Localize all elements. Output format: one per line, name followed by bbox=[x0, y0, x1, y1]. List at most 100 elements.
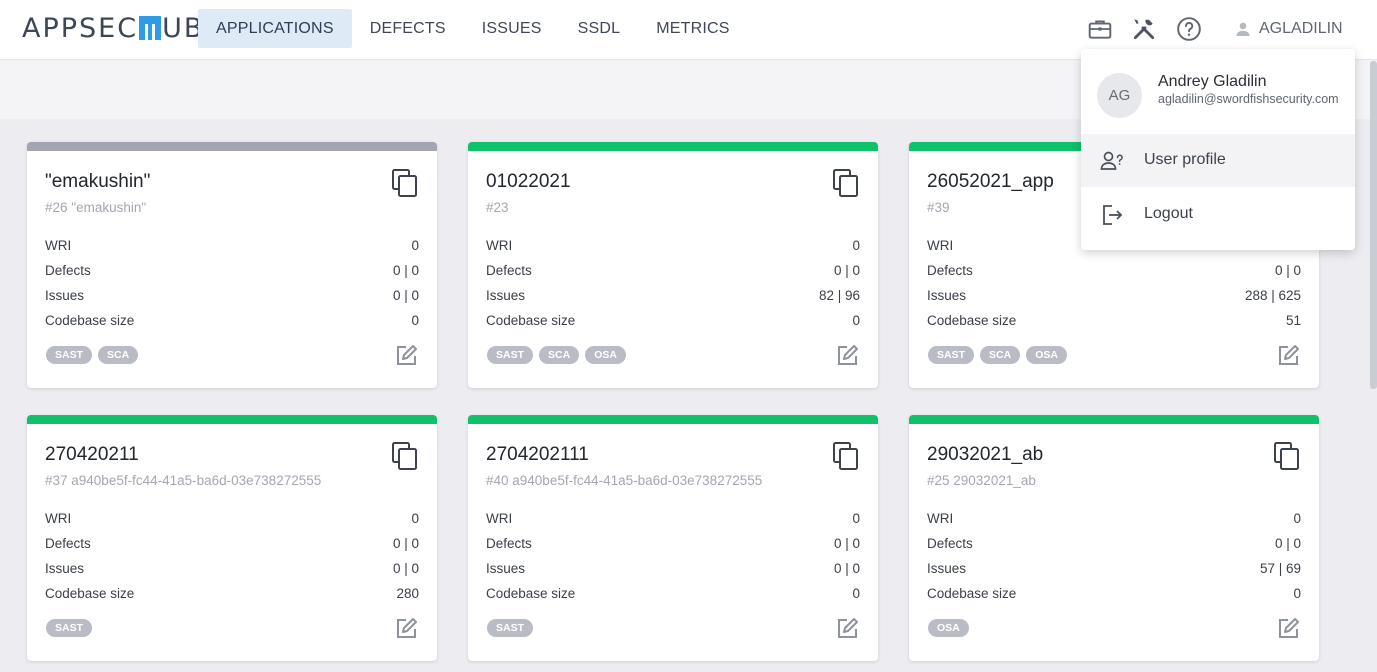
metric-row-wri: WRI 0 bbox=[45, 238, 419, 258]
copy-icon[interactable] bbox=[391, 168, 419, 198]
scan-tag: SAST bbox=[46, 346, 93, 364]
nav-issues[interactable]: ISSUES bbox=[464, 9, 560, 48]
metric-value: 0 bbox=[852, 586, 860, 601]
user-menu-toggle[interactable]: AGLADILIN bbox=[1235, 17, 1343, 41]
application-card[interactable]: 2704202111 #40 a940be5f-fc44-41a5-ba6d-03… bbox=[468, 415, 878, 661]
metric-value: 0 bbox=[411, 313, 419, 328]
application-card[interactable]: 270420211 #37 a940be5f-fc44-41a5-ba6d-03e… bbox=[27, 415, 437, 661]
edit-icon[interactable] bbox=[394, 617, 418, 641]
menu-item-user-profile[interactable]: User profile bbox=[1081, 134, 1355, 187]
metric-label: Issues bbox=[45, 561, 85, 576]
metric-row-issues: Issues 57 | 69 bbox=[927, 561, 1301, 581]
appsechub-logo[interactable]: APPSEC UB bbox=[22, 11, 204, 47]
copy-icon[interactable] bbox=[391, 441, 419, 471]
scan-tag: OSA bbox=[928, 619, 969, 637]
metric-label: Issues bbox=[927, 288, 967, 303]
copy-icon[interactable] bbox=[1273, 441, 1301, 471]
metric-row-defects: Defects 0 | 0 bbox=[486, 536, 860, 556]
metric-value: 0 bbox=[852, 238, 860, 253]
metric-label: Codebase size bbox=[486, 586, 576, 601]
briefcase-icon[interactable] bbox=[1087, 16, 1113, 42]
metric-label: Defects bbox=[486, 536, 532, 551]
page-scrollbar[interactable] bbox=[1370, 61, 1377, 389]
metric-row-issues: Issues 0 | 0 bbox=[486, 561, 860, 581]
app-title[interactable]: 26052021_app bbox=[927, 171, 1054, 193]
copy-icon[interactable] bbox=[832, 441, 860, 471]
metric-label: Defects bbox=[927, 536, 973, 551]
app-title[interactable]: "emakushin" bbox=[45, 171, 150, 193]
metric-value: 0 | 0 bbox=[392, 288, 419, 303]
help-icon[interactable] bbox=[1176, 16, 1202, 42]
application-card[interactable]: 01022021 #23 WRI 0 Defects 0 | 0 Issues 8… bbox=[468, 142, 878, 388]
menu-item-label: User profile bbox=[1144, 151, 1226, 168]
metric-value: 0 bbox=[1293, 586, 1301, 601]
metric-label: Issues bbox=[45, 288, 85, 303]
metric-value: 0 | 0 bbox=[1274, 536, 1301, 551]
edit-icon[interactable] bbox=[1276, 344, 1300, 368]
status-bar bbox=[909, 415, 1319, 424]
user-dropdown-menu: AG Andrey Gladilin agladilin@swordfishse… bbox=[1081, 49, 1355, 250]
metric-label: Issues bbox=[486, 288, 526, 303]
main-nav: APPLICATIONS DEFECTS ISSUES SSDL METRICS bbox=[198, 9, 748, 48]
scan-tag: OSA bbox=[1026, 346, 1067, 364]
metric-label: Defects bbox=[927, 263, 973, 278]
application-card[interactable]: "emakushin" #26 "emakushin" WRI 0 Defects… bbox=[27, 142, 437, 388]
status-bar bbox=[468, 415, 878, 424]
metric-label: Defects bbox=[45, 536, 91, 551]
metric-value: 0 bbox=[411, 511, 419, 526]
scan-tag: SAST bbox=[487, 619, 534, 637]
metric-row-issues: Issues 82 | 96 bbox=[486, 288, 860, 308]
app-title[interactable]: 29032021_ab bbox=[927, 444, 1043, 466]
metric-label: Codebase size bbox=[927, 586, 1017, 601]
metric-value: 0 | 0 bbox=[1274, 263, 1301, 278]
scan-type-tags: SAST SCA OSA bbox=[928, 346, 1067, 364]
metric-value: 0 | 0 bbox=[392, 561, 419, 576]
metric-value: 0 | 0 bbox=[392, 536, 419, 551]
metric-label: WRI bbox=[45, 238, 72, 253]
menu-item-logout[interactable]: Logout bbox=[1081, 188, 1355, 241]
edit-icon[interactable] bbox=[835, 344, 859, 368]
metric-row-issues: Issues 0 | 0 bbox=[45, 561, 419, 581]
metric-row-defects: Defects 0 | 0 bbox=[45, 536, 419, 556]
copy-icon[interactable] bbox=[832, 168, 860, 198]
application-card[interactable]: 29032021_ab #25 29032021_ab WRI 0 Defects… bbox=[909, 415, 1319, 661]
edit-icon[interactable] bbox=[394, 344, 418, 368]
app-subtitle: #23 bbox=[486, 200, 509, 215]
metric-row-defects: Defects 0 | 0 bbox=[45, 263, 419, 283]
metric-value: 288 | 625 bbox=[1244, 288, 1301, 303]
tools-icon[interactable] bbox=[1131, 16, 1157, 42]
nav-defects[interactable]: DEFECTS bbox=[352, 9, 464, 48]
metric-row-defects: Defects 0 | 0 bbox=[927, 263, 1301, 283]
logout-icon bbox=[1103, 205, 1123, 225]
metric-value: 0 bbox=[411, 238, 419, 253]
metric-label: Defects bbox=[45, 263, 91, 278]
edit-icon[interactable] bbox=[1276, 617, 1300, 641]
app-title[interactable]: 270420211 bbox=[45, 444, 139, 466]
metric-row-wri: WRI 0 bbox=[486, 511, 860, 531]
scan-tag: SAST bbox=[928, 346, 975, 364]
logo-text-left: APPSEC bbox=[22, 13, 139, 44]
metric-row-wri: WRI 0 bbox=[45, 511, 419, 531]
app-title[interactable]: 2704202111 bbox=[486, 444, 589, 466]
nav-ssdl[interactable]: SSDL bbox=[560, 9, 639, 48]
scan-type-tags: SAST bbox=[46, 619, 93, 637]
metric-value: 0 | 0 bbox=[392, 263, 419, 278]
metric-row-codebase: Codebase size 0 bbox=[486, 313, 860, 333]
status-bar bbox=[468, 142, 878, 151]
status-bar bbox=[27, 415, 437, 424]
scan-tag: SAST bbox=[487, 346, 534, 364]
app-title[interactable]: 01022021 bbox=[486, 171, 571, 193]
scan-tag: SCA bbox=[539, 346, 580, 364]
metric-label: WRI bbox=[927, 511, 954, 526]
avatar: AG bbox=[1097, 73, 1142, 118]
edit-icon[interactable] bbox=[835, 617, 859, 641]
metric-label: Codebase size bbox=[486, 313, 576, 328]
metric-value: 0 bbox=[852, 313, 860, 328]
metric-label: WRI bbox=[927, 238, 954, 253]
metric-row-issues: Issues 288 | 625 bbox=[927, 288, 1301, 308]
nav-applications[interactable]: APPLICATIONS bbox=[198, 9, 352, 48]
nav-metrics[interactable]: METRICS bbox=[638, 9, 747, 48]
metric-value: 57 | 69 bbox=[1259, 561, 1301, 576]
metric-label: Defects bbox=[486, 263, 532, 278]
metric-label: WRI bbox=[486, 511, 513, 526]
